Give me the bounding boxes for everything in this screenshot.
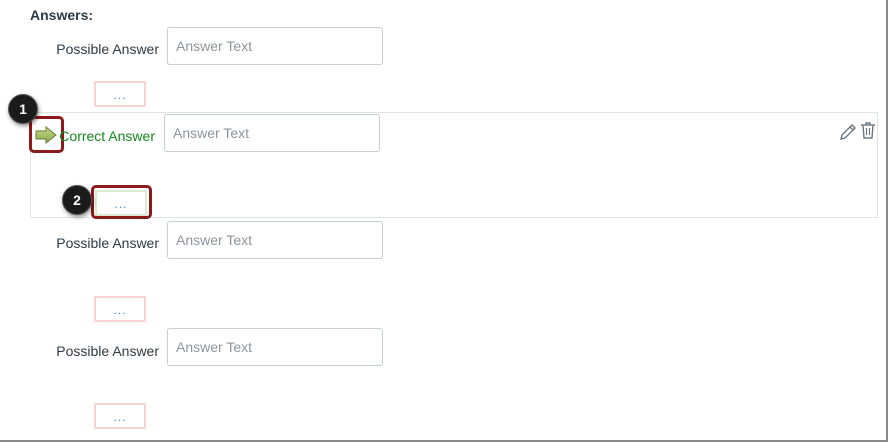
answer-3-input[interactable]: [167, 221, 383, 259]
callout-1: 1: [8, 94, 38, 124]
answers-panel: Answers: Possible Answer ... 1 Correct A…: [0, 0, 888, 442]
answer-3-label: Possible Answer: [56, 235, 159, 251]
answer-4-label: Possible Answer: [56, 343, 159, 359]
callout-2: 2: [62, 185, 92, 215]
pencil-icon[interactable]: [839, 122, 857, 140]
correct-answer-row: [30, 112, 878, 218]
answer-1-label: Possible Answer: [56, 41, 159, 57]
comment-button-highlight: [91, 185, 152, 219]
answers-heading: Answers:: [30, 7, 94, 23]
answer-1-input[interactable]: [167, 27, 383, 65]
answer-2-label: Correct Answer: [59, 128, 155, 144]
answer-4-input[interactable]: [167, 328, 383, 366]
answer-2-input[interactable]: [164, 114, 380, 152]
trash-icon[interactable]: [859, 121, 877, 140]
answer-4-comment-button[interactable]: ...: [94, 403, 146, 429]
answer-1-comment-button[interactable]: ...: [94, 81, 146, 107]
answer-3-comment-button[interactable]: ...: [94, 296, 146, 322]
